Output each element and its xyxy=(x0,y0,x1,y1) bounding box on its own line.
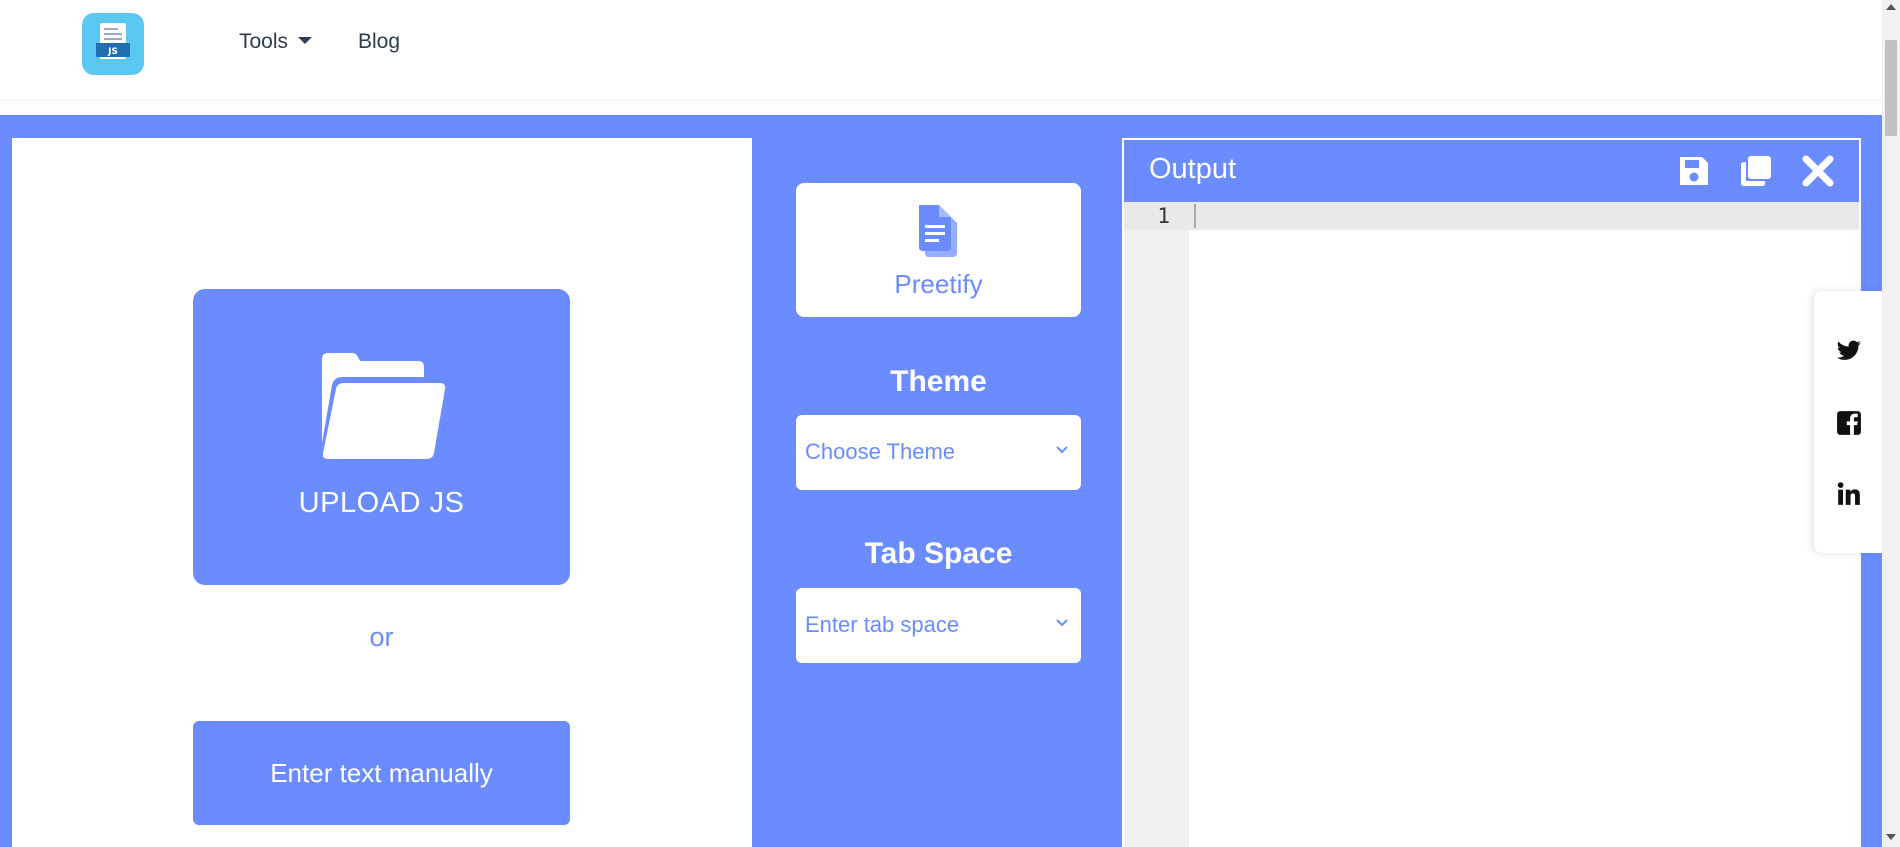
main-workspace: UPLOAD JS or Enter text manually Preetif… xyxy=(0,115,1882,847)
scroll-up-arrow-icon[interactable] xyxy=(1886,4,1896,10)
linkedin-icon[interactable] xyxy=(1836,481,1862,507)
tab-space-heading: Tab Space xyxy=(864,537,1013,570)
copy-icon[interactable] xyxy=(1739,154,1773,188)
upload-js-label: UPLOAD JS xyxy=(298,487,465,519)
caret-down-icon xyxy=(298,36,313,44)
output-header: Output xyxy=(1124,140,1859,202)
upload-js-button[interactable]: UPLOAD JS xyxy=(193,289,570,585)
nav-tools-dropdown[interactable]: Tools xyxy=(239,30,313,54)
facebook-icon[interactable] xyxy=(1836,410,1862,436)
nav-blog-link[interactable]: Blog xyxy=(358,30,400,54)
theme-heading: Theme xyxy=(890,365,987,398)
text-cursor[interactable] xyxy=(1194,204,1196,228)
tab-space-select-value: Enter tab space xyxy=(805,612,960,637)
prettify-label: Preetify xyxy=(894,269,983,299)
twitter-icon[interactable] xyxy=(1836,338,1862,364)
save-icon[interactable] xyxy=(1677,154,1711,188)
folder-open-icon xyxy=(322,353,446,459)
js-file-logo-icon: JS xyxy=(96,23,130,59)
prettify-button[interactable]: Preetify xyxy=(796,183,1081,317)
enter-text-manually-button[interactable]: Enter text manually xyxy=(193,721,570,825)
or-separator: or xyxy=(369,622,394,652)
site-logo[interactable]: JS xyxy=(82,13,144,75)
document-copy-icon xyxy=(919,205,957,257)
page-scrollbar[interactable] xyxy=(1882,0,1900,847)
output-title: Output xyxy=(1149,153,1237,185)
input-panel: UPLOAD JS or Enter text manually xyxy=(12,138,752,847)
line-number-gutter xyxy=(1124,202,1189,847)
close-icon[interactable] xyxy=(1801,154,1835,188)
nav-tools-label: Tools xyxy=(239,30,289,53)
chevron-down-icon xyxy=(1056,446,1068,454)
social-share-bar xyxy=(1814,291,1882,553)
output-panel: Output 1 xyxy=(1122,138,1861,847)
logo-text: JS xyxy=(107,47,118,57)
theme-select-value: Choose Theme xyxy=(805,439,956,464)
scrollbar-thumb[interactable] xyxy=(1885,40,1897,136)
line-number: 1 xyxy=(1157,204,1170,228)
theme-select[interactable]: Choose Theme xyxy=(796,415,1081,490)
chevron-down-icon xyxy=(1056,619,1068,627)
scroll-down-arrow-icon[interactable] xyxy=(1886,834,1896,840)
top-navbar: JS Tools Blog xyxy=(0,0,1882,100)
tab-space-select[interactable]: Enter tab space xyxy=(796,588,1081,663)
active-line-highlight xyxy=(1124,202,1859,230)
